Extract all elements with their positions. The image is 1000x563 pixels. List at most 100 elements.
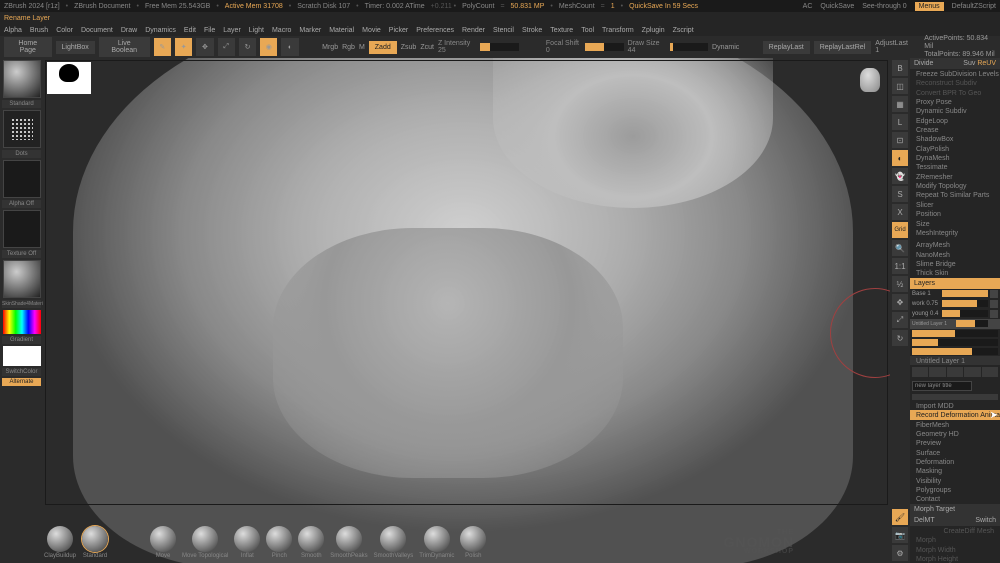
dynamesh[interactable]: DynaMesh bbox=[910, 153, 1000, 162]
gradient-label[interactable]: Gradient bbox=[2, 336, 41, 344]
record-deformation[interactable]: Record Deformation Animation ➤ bbox=[910, 410, 1000, 419]
menu-file[interactable]: File bbox=[204, 27, 215, 34]
menu-macro[interactable]: Macro bbox=[272, 27, 291, 34]
menu-alpha[interactable]: Alpha bbox=[4, 27, 22, 34]
switchcolor-button[interactable]: SwitchColor bbox=[2, 368, 41, 376]
menu-layer[interactable]: Layer bbox=[223, 27, 241, 34]
m-button[interactable]: M bbox=[359, 44, 365, 51]
quicksave-button[interactable]: QuickSave bbox=[820, 3, 854, 10]
layer-new-icon[interactable] bbox=[912, 367, 928, 377]
layer-name-input[interactable] bbox=[912, 381, 972, 391]
morphtarget-header[interactable]: Morph Target bbox=[910, 504, 1000, 515]
menu-brush[interactable]: Brush bbox=[30, 27, 48, 34]
actual-icon[interactable]: 1:1 bbox=[892, 258, 908, 274]
local-icon[interactable]: L bbox=[892, 114, 908, 130]
zadd-button[interactable]: Zadd bbox=[369, 41, 397, 54]
layers-header[interactable]: Layers bbox=[910, 278, 1000, 289]
menu-tool[interactable]: Tool bbox=[581, 27, 594, 34]
menu-stencil[interactable]: Stencil bbox=[493, 27, 514, 34]
alternate-button[interactable]: Alternate bbox=[2, 378, 41, 386]
rotate-icon[interactable]: ↻ bbox=[892, 330, 908, 346]
brush-smoothpeaks[interactable]: SmoothPeaks bbox=[330, 526, 367, 559]
edit-mode-icon[interactable]: ✎ bbox=[154, 38, 171, 56]
seethrough-slider[interactable]: See-through 0 bbox=[862, 3, 906, 10]
bpr-icon[interactable]: B bbox=[892, 60, 908, 76]
move-icon[interactable]: ✥ bbox=[892, 294, 908, 310]
document-thumb[interactable] bbox=[47, 62, 91, 94]
rotate-mode-icon[interactable]: ↻ bbox=[239, 38, 256, 56]
repeat-similar[interactable]: Repeat To Similar Parts bbox=[910, 190, 1000, 199]
thick-skin[interactable]: Thick Skin bbox=[910, 268, 1000, 277]
menu-dynamics[interactable]: Dynamics bbox=[145, 27, 176, 34]
tessimate[interactable]: Tessimate bbox=[910, 162, 1000, 171]
brush-thumb[interactable] bbox=[3, 60, 41, 98]
layer-merge-icon[interactable] bbox=[964, 367, 980, 377]
layer-dup-icon[interactable] bbox=[929, 367, 945, 377]
xpose-icon[interactable]: X bbox=[892, 204, 908, 220]
layer-row[interactable]: young 0.4 bbox=[910, 309, 1000, 319]
menu-draw[interactable]: Draw bbox=[121, 27, 137, 34]
misc-icon[interactable]: ⚙ bbox=[892, 545, 908, 561]
menu-render[interactable]: Render bbox=[462, 27, 485, 34]
convert-bpr[interactable]: Convert BPR To Geo bbox=[910, 88, 1000, 97]
masking[interactable]: Masking bbox=[910, 466, 1000, 475]
zsub-button[interactable]: Zsub bbox=[401, 44, 417, 51]
viewport[interactable]: THE GNOMON WORKSHOP bbox=[43, 58, 890, 563]
menu-document[interactable]: Document bbox=[81, 27, 113, 34]
rename-layer[interactable]: Rename Layer bbox=[4, 15, 50, 22]
zoom-icon[interactable]: 🔍 bbox=[892, 240, 908, 256]
brush-pinch[interactable]: Pinch bbox=[266, 526, 292, 559]
sculptris-icon[interactable]: ◐ bbox=[281, 38, 298, 56]
creatediff[interactable]: CreateDiff Mesh bbox=[910, 526, 1000, 535]
brush-inflat[interactable]: Inflat bbox=[234, 526, 260, 559]
modify-topology[interactable]: Modify Topology bbox=[910, 181, 1000, 190]
material-thumb[interactable] bbox=[3, 260, 41, 298]
scale-icon[interactable]: ⤢ bbox=[892, 312, 908, 328]
brush-trimdynamic[interactable]: TrimDynamic bbox=[419, 526, 454, 559]
eye-icon[interactable] bbox=[990, 320, 998, 328]
homepage-button[interactable]: Home Page bbox=[4, 37, 52, 57]
brush-polish[interactable]: Polish bbox=[460, 526, 486, 559]
persp-icon[interactable]: ◫ bbox=[892, 78, 908, 94]
nav-gizmo[interactable] bbox=[852, 64, 884, 96]
preview[interactable]: Preview bbox=[910, 438, 1000, 447]
frame-icon[interactable]: ⊡ bbox=[892, 132, 908, 148]
shadowbox[interactable]: ShadowBox bbox=[910, 134, 1000, 143]
focal-slider[interactable]: Focal Shift 0 bbox=[546, 40, 624, 54]
nanomesh[interactable]: NanoMesh bbox=[910, 250, 1000, 259]
reconstruct-subdiv[interactable]: Reconstruct Subdiv bbox=[910, 78, 1000, 87]
liveboolean-button[interactable]: Live Boolean bbox=[99, 37, 150, 57]
texture-thumb[interactable] bbox=[3, 210, 41, 248]
brush-smoothvalleys[interactable]: SmoothValleys bbox=[374, 526, 414, 559]
stroke-thumb[interactable] bbox=[3, 110, 41, 148]
layer-slider[interactable] bbox=[912, 394, 998, 400]
proxy-pose[interactable]: Proxy Pose bbox=[910, 97, 1000, 106]
draw-mode-icon[interactable]: ✦ bbox=[175, 38, 192, 56]
gizmo-icon[interactable]: ◉ bbox=[260, 38, 277, 56]
menu-picker[interactable]: Picker bbox=[389, 27, 408, 34]
alpha-thumb[interactable] bbox=[3, 160, 41, 198]
transp-icon[interactable]: ◐ bbox=[892, 150, 908, 166]
claypolish[interactable]: ClayPolish bbox=[910, 144, 1000, 153]
eye-icon[interactable] bbox=[990, 310, 998, 318]
menus-button[interactable]: Menus bbox=[915, 2, 944, 11]
surface[interactable]: Surface bbox=[910, 448, 1000, 457]
menu-color[interactable]: Color bbox=[56, 27, 73, 34]
floor-icon[interactable]: ▦ bbox=[892, 96, 908, 112]
color-picker[interactable] bbox=[3, 310, 41, 334]
layer-row[interactable]: work 0.75 bbox=[910, 299, 1000, 309]
import-mdd[interactable]: Import MDD bbox=[910, 401, 1000, 410]
dynamic-toggle[interactable]: Dynamic bbox=[712, 44, 739, 51]
menu-movie[interactable]: Movie bbox=[362, 27, 381, 34]
brush-smooth[interactable]: Smooth bbox=[298, 526, 324, 559]
brush-move[interactable]: Move bbox=[150, 526, 176, 559]
replaylastrel-button[interactable]: ReplayLastRel bbox=[814, 41, 872, 54]
ghost-icon[interactable]: 👻 bbox=[892, 168, 908, 184]
grid-icon[interactable]: Grid bbox=[892, 222, 908, 238]
layer-bake-icon[interactable] bbox=[982, 367, 998, 377]
scale-mode-icon[interactable]: ⤢ bbox=[218, 38, 235, 56]
move-mode-icon[interactable]: ✥ bbox=[196, 38, 213, 56]
arraymesh[interactable]: ArrayMesh bbox=[910, 240, 1000, 249]
zintensity-slider[interactable]: Z Intensity 25 bbox=[438, 40, 519, 54]
morph[interactable]: Morph bbox=[910, 535, 1000, 544]
